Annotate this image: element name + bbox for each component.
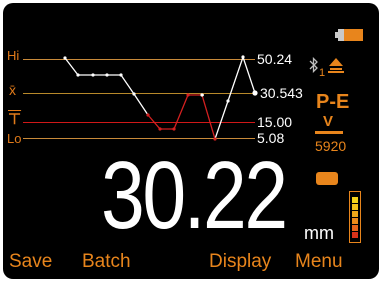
gate-icon (316, 172, 338, 185)
device-frame: Hi x̄ ⊤ Lo 50.24 30.543 15.00 5.08 1 P-E… (0, 0, 382, 282)
sound-velocity: 5920 (315, 138, 347, 154)
batch-softkey[interactable]: Batch (82, 251, 131, 273)
probe-mode-bar (315, 131, 343, 134)
signal-strength-icon (349, 191, 361, 243)
bluetooth-icon (309, 57, 318, 73)
display-softkey[interactable]: Display (209, 251, 271, 273)
battery-icon (335, 29, 363, 41)
thickness-reading: 30.22 (101, 142, 288, 249)
trend-segment-in-tolerance (64, 57, 149, 116)
trend-segment-in-tolerance (214, 54, 256, 140)
trend-segment-out-of-tolerance (147, 94, 216, 140)
memory-upload-icon (328, 58, 344, 73)
measurement-mode: P-E (316, 91, 350, 113)
reading-unit: mm (304, 223, 334, 243)
device-screen: Hi x̄ ⊤ Lo 50.24 30.543 15.00 5.08 1 P-E… (3, 3, 379, 279)
probe-mode: V (323, 113, 334, 130)
menu-softkey[interactable]: Menu (295, 251, 343, 273)
memory-index: 1 (319, 67, 326, 79)
save-softkey[interactable]: Save (9, 251, 52, 273)
